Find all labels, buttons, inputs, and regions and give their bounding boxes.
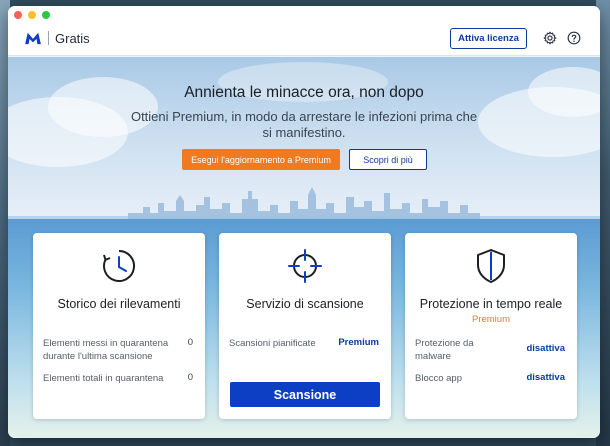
app-block-label: Blocco app	[415, 373, 463, 384]
upgrade-premium-button[interactable]: Esegui l'aggiornamento a Premium	[182, 149, 340, 170]
discover-more-button[interactable]: Scopri di più	[349, 149, 427, 170]
premium-tag: Premium	[471, 314, 510, 325]
malware-protection-toggle[interactable]: disattiva	[526, 343, 565, 354]
banner-headline: Annienta le minacce ora, non dopo	[184, 84, 424, 101]
scan-service-card[interactable]: Servizio di scansione Scansioni pianific…	[219, 233, 391, 419]
app-window: Gratis Attiva licenza Annienta le minacc…	[8, 6, 600, 438]
malwarebytes-logo-icon	[25, 32, 41, 45]
scan-button[interactable]: Scansione	[230, 382, 380, 407]
realtime-protection-card[interactable]: Protezione in tempo reale Premium Protez…	[405, 233, 577, 419]
card-title: Storico dei rilevamenti	[57, 297, 181, 311]
quarantined-last-scan-label: Elementi messi in quarantena durante l'u…	[43, 338, 169, 362]
malware-protection-label: Protezione da malware	[415, 338, 474, 362]
title-bar: Gratis Attiva licenza	[8, 6, 600, 56]
upgrade-banner: Annienta le minacce ora, non dopo Ottien…	[8, 57, 600, 219]
brand: Gratis	[24, 30, 90, 46]
detection-history-card[interactable]: Storico dei rilevamenti Elementi messi i…	[33, 233, 205, 419]
activate-license-button[interactable]: Attiva licenza	[450, 28, 527, 49]
crosshair-icon	[288, 249, 322, 283]
scheduled-scans-premium-link[interactable]: Premium	[338, 337, 379, 348]
minimize-window-button[interactable]	[28, 11, 36, 19]
city-skyline-illustration	[8, 187, 600, 219]
total-quarantined-label: Elementi totali in quarantena	[43, 373, 164, 384]
edition-label: Gratis	[55, 30, 90, 46]
gear-icon[interactable]	[543, 31, 557, 45]
banner-subline: Ottieni Premium, in modo da arrestare le…	[130, 109, 478, 140]
scheduled-scans-label: Scansioni pianificate	[229, 338, 316, 349]
zoom-window-button[interactable]	[42, 11, 50, 19]
quarantined-last-scan-value: 0	[187, 337, 193, 348]
total-quarantined-value: 0	[187, 372, 193, 383]
close-window-button[interactable]	[14, 11, 22, 19]
card-title: Servizio di scansione	[246, 297, 364, 311]
app-block-toggle[interactable]: disattiva	[526, 372, 565, 383]
shield-icon	[477, 249, 505, 283]
clock-icon	[103, 250, 135, 282]
brand-separator	[48, 31, 49, 45]
card-title: Protezione in tempo reale	[419, 297, 563, 311]
help-icon[interactable]	[567, 31, 581, 45]
